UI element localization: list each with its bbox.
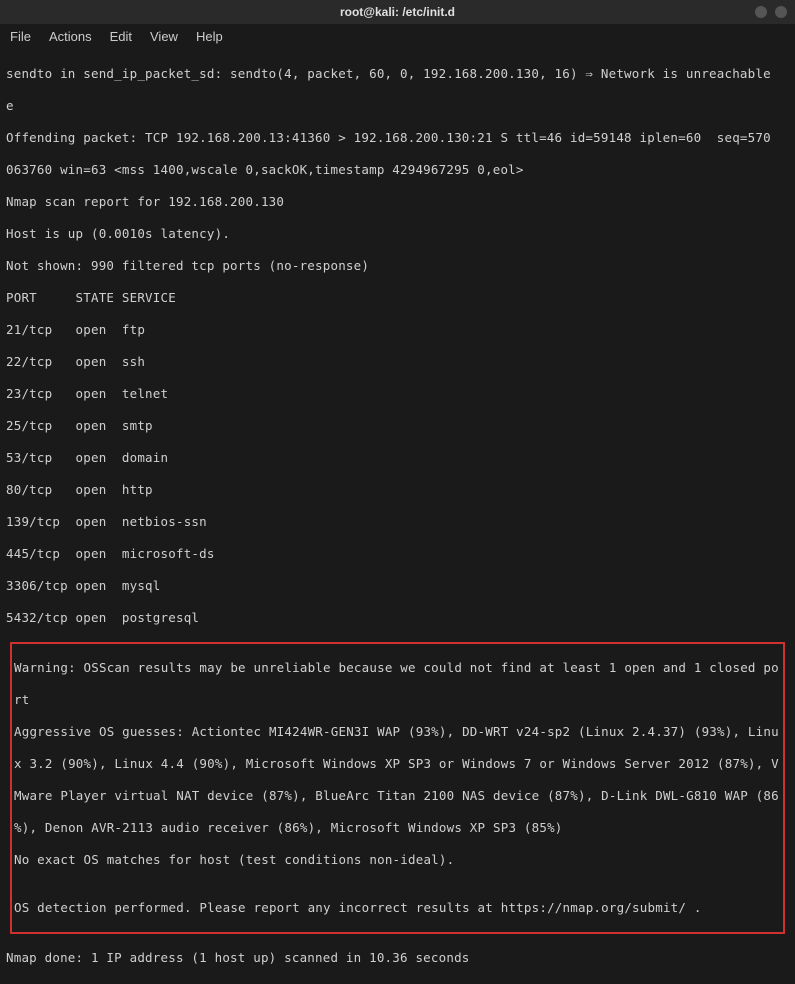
titlebar: root@kali: /etc/init.d (0, 0, 795, 24)
warning-line: Warning: OSScan results may be unreliabl… (14, 660, 781, 676)
output-line: Host is up (0.0010s latency). (6, 226, 789, 242)
warning-line: OS detection performed. Please report an… (14, 900, 781, 916)
menu-help[interactable]: Help (196, 29, 223, 44)
output-line: e (6, 98, 789, 114)
output-line: PORT STATE SERVICE (6, 290, 789, 306)
menu-actions[interactable]: Actions (49, 29, 92, 44)
warning-line: x 3.2 (90%), Linux 4.4 (90%), Microsoft … (14, 756, 781, 772)
window-controls (755, 6, 787, 18)
warning-line: No exact OS matches for host (test condi… (14, 852, 781, 868)
menu-view[interactable]: View (150, 29, 178, 44)
warning-box: Warning: OSScan results may be unreliabl… (10, 642, 785, 934)
output-line: 22/tcp open ssh (6, 354, 789, 370)
output-line: Nmap scan report for 192.168.200.130 (6, 194, 789, 210)
output-line: 3306/tcp open mysql (6, 578, 789, 594)
output-line: 23/tcp open telnet (6, 386, 789, 402)
terminal-output[interactable]: sendto in send_ip_packet_sd: sendto(4, p… (0, 48, 795, 984)
minimize-button[interactable] (755, 6, 767, 18)
warning-line: Aggressive OS guesses: Actiontec MI424WR… (14, 724, 781, 740)
output-line: Nmap done: 1 IP address (1 host up) scan… (6, 950, 789, 966)
close-button[interactable] (775, 6, 787, 18)
output-line: sendto in send_ip_packet_sd: sendto(4, p… (6, 66, 789, 82)
warning-line: %), Denon AVR-2113 audio receiver (86%),… (14, 820, 781, 836)
output-line: 53/tcp open domain (6, 450, 789, 466)
output-line: 063760 win=63 <mss 1400,wscale 0,sackOK,… (6, 162, 789, 178)
window-title: root@kali: /etc/init.d (340, 5, 455, 19)
output-line: 139/tcp open netbios-ssn (6, 514, 789, 530)
output-line: 445/tcp open microsoft-ds (6, 546, 789, 562)
output-line: 5432/tcp open postgresql (6, 610, 789, 626)
output-line: 21/tcp open ftp (6, 322, 789, 338)
output-line: Offending packet: TCP 192.168.200.13:413… (6, 130, 789, 146)
output-line: Not shown: 990 filtered tcp ports (no-re… (6, 258, 789, 274)
menu-edit[interactable]: Edit (110, 29, 132, 44)
menu-file[interactable]: File (10, 29, 31, 44)
output-line: 25/tcp open smtp (6, 418, 789, 434)
warning-line: Mware Player virtual NAT device (87%), B… (14, 788, 781, 804)
warning-line: rt (14, 692, 781, 708)
output-line: 80/tcp open http (6, 482, 789, 498)
menubar: File Actions Edit View Help (0, 24, 795, 48)
